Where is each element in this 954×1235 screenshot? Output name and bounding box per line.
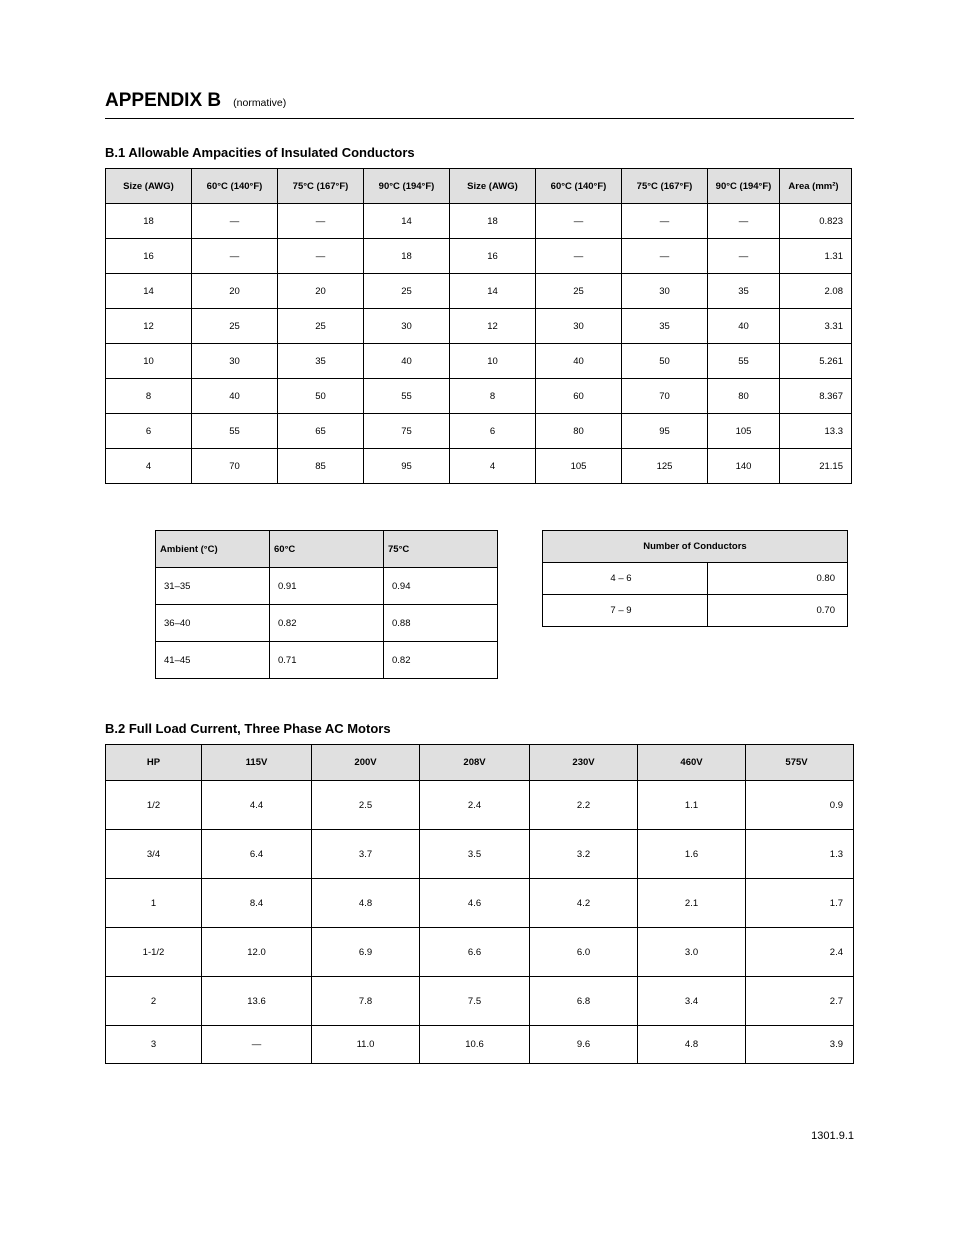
page-title: APPENDIX B: [105, 90, 221, 112]
footer-code: 1301.9.1: [105, 1130, 854, 1142]
table-row: 16——1816———1.31: [106, 239, 852, 274]
table-row: 840505586070808.367: [106, 379, 852, 414]
col-header: Area (mm²): [780, 169, 852, 204]
col-header: Ambient (°C): [156, 531, 270, 568]
col-header: 90°C (194°F): [708, 169, 780, 204]
col-header: 460V: [638, 745, 746, 781]
table-row: 18.44.84.64.22.11.7: [106, 879, 854, 928]
table-row: 3/46.43.73.53.21.61.3: [106, 830, 854, 879]
section-3-title: B.2 Full Load Current, Three Phase AC Mo…: [105, 721, 854, 736]
table-row: 3—11.010.69.64.83.9: [106, 1026, 854, 1064]
table-row: 36–400.820.88: [156, 605, 498, 642]
col-header: 575V: [746, 745, 854, 781]
col-header: HP: [106, 745, 202, 781]
table-row: 65565756809510513.3: [106, 414, 852, 449]
col-header: 200V: [312, 745, 420, 781]
col-header: 75°C (167°F): [278, 169, 364, 204]
table-row: 1/24.42.52.42.21.10.9: [106, 781, 854, 830]
col-header: 208V: [420, 745, 530, 781]
table-row: 14202025142530352.08: [106, 274, 852, 309]
col-header: 60°C (140°F): [192, 169, 278, 204]
table-header-row: Size (AWG) 60°C (140°F) 75°C (167°F) 90°…: [106, 169, 852, 204]
col-header: 115V: [202, 745, 312, 781]
table-row: 18——1418———0.823: [106, 204, 852, 239]
section-1-title: B.1 Allowable Ampacities of Insulated Co…: [105, 145, 854, 160]
ampacity-table: Size (AWG) 60°C (140°F) 75°C (167°F) 90°…: [105, 168, 852, 484]
table-header-row: Number of Conductors: [543, 531, 848, 563]
col-header: 75°C (167°F): [622, 169, 708, 204]
conductor-count-table: Number of Conductors 4 – 60.80 7 – 90.70: [542, 530, 848, 627]
table-row: 10303540104050555.261: [106, 344, 852, 379]
header-rule: [105, 118, 854, 119]
col-header: Number of Conductors: [543, 531, 848, 563]
col-header: 90°C (194°F): [364, 169, 450, 204]
col-header: 75°C: [384, 531, 498, 568]
table-header-row: Ambient (°C) 60°C 75°C: [156, 531, 498, 568]
table-row: 12252530123035403.31: [106, 309, 852, 344]
col-header: 230V: [530, 745, 638, 781]
motor-current-table: HP 115V 200V 208V 230V 460V 575V 1/24.42…: [105, 744, 854, 1064]
table-header-row: HP 115V 200V 208V 230V 460V 575V: [106, 745, 854, 781]
page-subtitle: (normative): [233, 97, 286, 109]
col-header: 60°C: [270, 531, 384, 568]
table-row: 31–350.910.94: [156, 568, 498, 605]
table-row: 41–450.710.82: [156, 642, 498, 679]
table-row: 7 – 90.70: [543, 595, 848, 627]
col-header: 60°C (140°F): [536, 169, 622, 204]
temperature-correction-table: Ambient (°C) 60°C 75°C 31–350.910.94 36–…: [155, 530, 498, 679]
table-row: 4708595410512514021.15: [106, 449, 852, 484]
col-header: Size (AWG): [450, 169, 536, 204]
table-row: 4 – 60.80: [543, 563, 848, 595]
col-header: Size (AWG): [106, 169, 192, 204]
table-row: 1-1/212.06.96.66.03.02.4: [106, 928, 854, 977]
table-row: 213.67.87.56.83.42.7: [106, 977, 854, 1026]
